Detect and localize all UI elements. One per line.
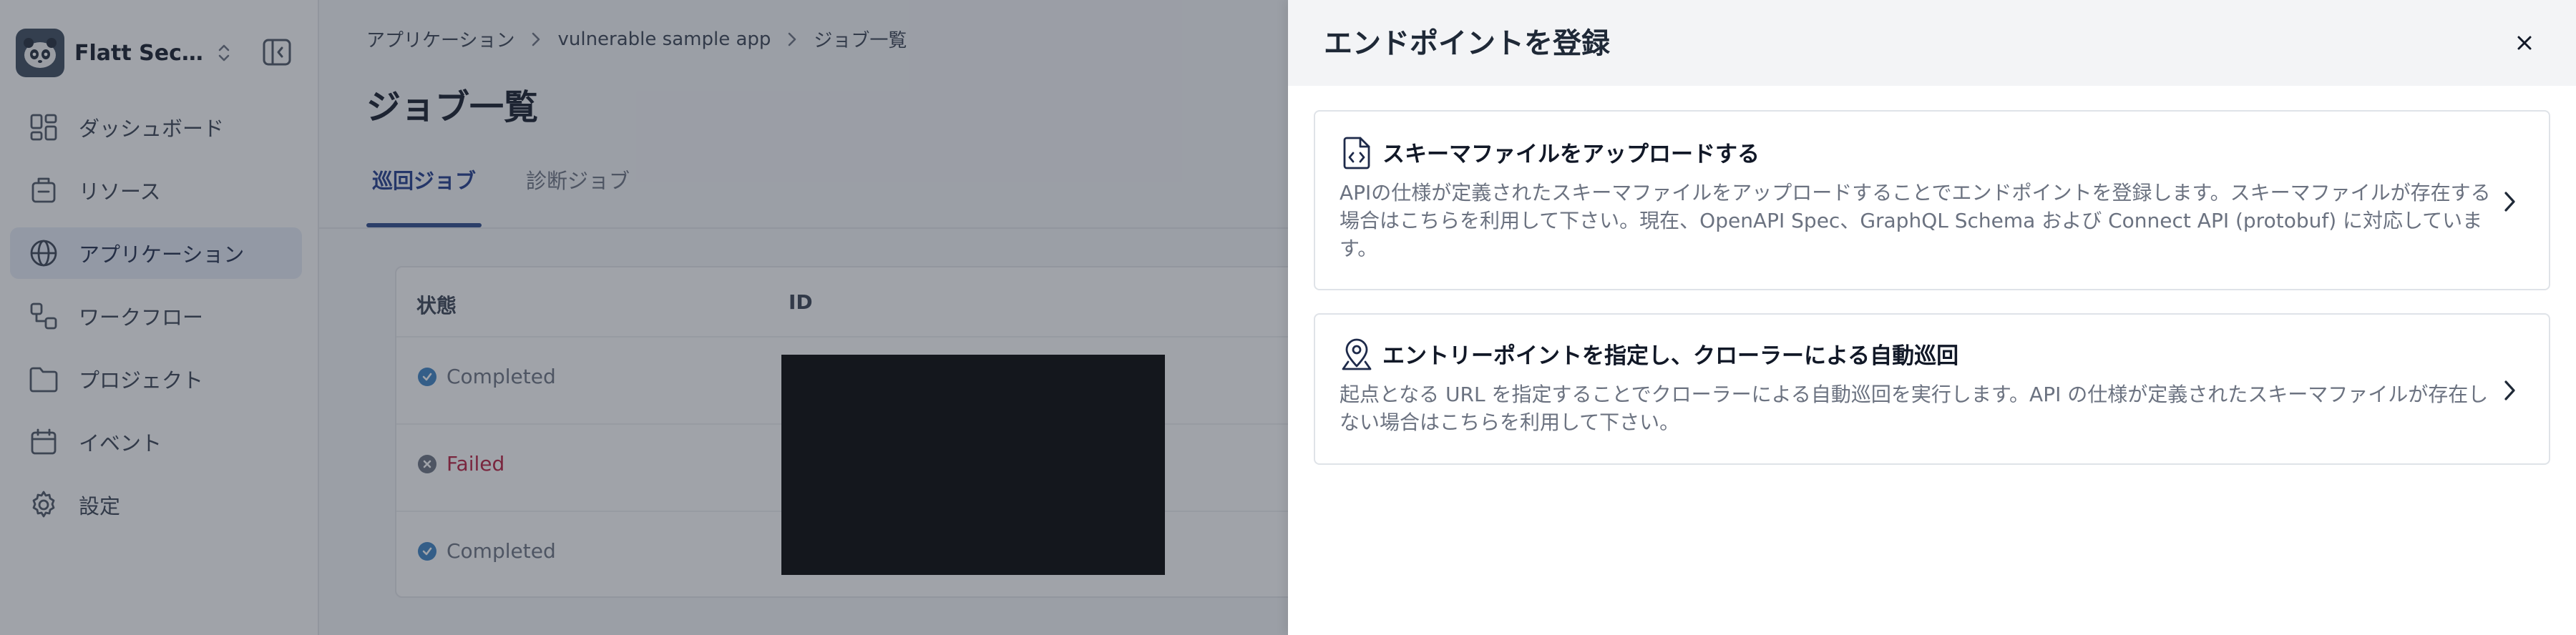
chevron-right-icon [2497, 187, 2522, 216]
drawer-header: エンドポイントを登録 [1288, 0, 2576, 86]
upload-schema-option[interactable]: スキーマファイルをアップロードする APIの仕様が定義されたスキーマファイルをア… [1314, 110, 2550, 290]
drawer-title: エンドポイントを登録 [1324, 27, 1610, 60]
chevron-right-icon [2497, 376, 2522, 405]
modal-backdrop[interactable] [0, 0, 1288, 635]
option-title: エントリーポイントを指定し、クローラーによる自動巡回 [1382, 343, 1959, 369]
close-button[interactable] [2510, 29, 2539, 57]
option-description: APIの仕様が定義されたスキーマファイルをアップロードすることでエンドポイントを… [1340, 181, 2491, 260]
file-code-icon [1340, 136, 1374, 170]
map-pin-icon [1340, 338, 1374, 372]
option-title: スキーマファイルをアップロードする [1382, 142, 1760, 167]
app-root: Flatt Security Inc. [0, 0, 2576, 635]
close-icon [2517, 36, 2532, 50]
option-description: 起点となる URL を指定することでクローラーによる自動巡回を実行します。API… [1340, 383, 2489, 434]
crawler-option[interactable]: エントリーポイントを指定し、クローラーによる自動巡回 起点となる URL を指定… [1314, 313, 2550, 465]
register-endpoint-drawer: エンドポイントを登録 スキーマファイルをアップロードする APIの仕様が定義され… [1288, 0, 2576, 635]
